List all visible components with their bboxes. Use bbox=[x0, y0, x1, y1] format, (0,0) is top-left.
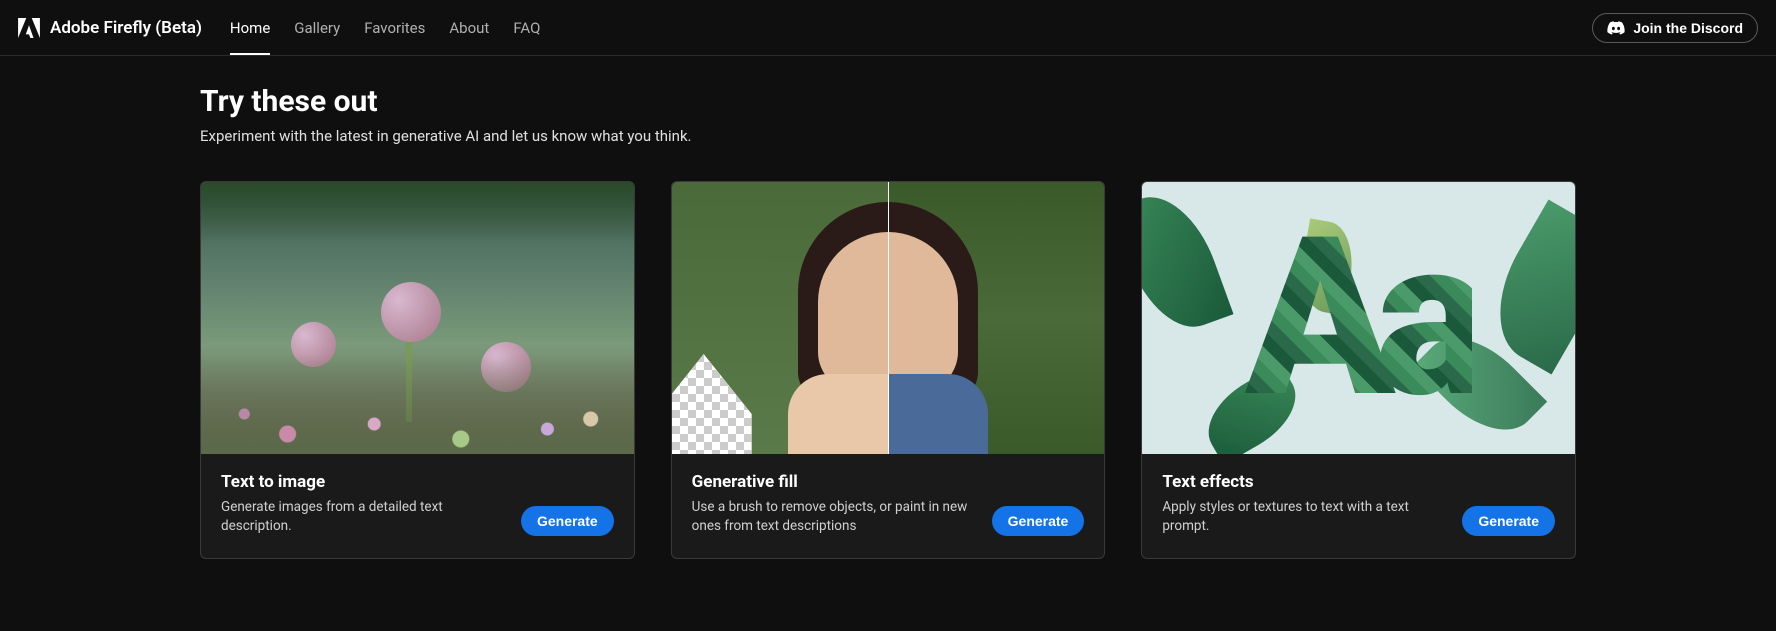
card-title: Text to image bbox=[221, 472, 505, 492]
nav-home[interactable]: Home bbox=[230, 1, 270, 55]
generate-button[interactable]: Generate bbox=[992, 506, 1085, 536]
cards-row: Text to image Generate images from a det… bbox=[200, 181, 1576, 559]
card-image-generative-fill bbox=[672, 182, 1105, 454]
logo[interactable]: Adobe Firefly (Beta) bbox=[18, 18, 202, 38]
card-title: Text effects bbox=[1162, 472, 1446, 492]
card-text: Text to image Generate images from a det… bbox=[221, 472, 505, 536]
card-text: Text effects Apply styles or textures to… bbox=[1162, 472, 1446, 536]
card-description: Apply styles or textures to text with a … bbox=[1162, 498, 1446, 536]
main-content: Try these out Experiment with the latest… bbox=[0, 56, 1776, 587]
header: Adobe Firefly (Beta) Home Gallery Favori… bbox=[0, 0, 1776, 56]
generate-button[interactable]: Generate bbox=[1462, 506, 1555, 536]
join-discord-button[interactable]: Join the Discord bbox=[1592, 13, 1758, 43]
card-body: Text to image Generate images from a det… bbox=[201, 454, 634, 558]
card-body: Text effects Apply styles or textures to… bbox=[1142, 454, 1575, 558]
main-nav: Home Gallery Favorites About FAQ bbox=[230, 1, 540, 55]
section-subtitle: Experiment with the latest in generative… bbox=[200, 127, 1576, 145]
app-name: Adobe Firefly (Beta) bbox=[50, 18, 202, 38]
card-text-effects[interactable]: Aa Text effects Apply styles or textures… bbox=[1141, 181, 1576, 559]
nav-about[interactable]: About bbox=[449, 1, 489, 55]
discord-label: Join the Discord bbox=[1633, 20, 1743, 36]
nav-faq[interactable]: FAQ bbox=[513, 1, 540, 55]
adobe-logo-icon bbox=[18, 18, 40, 38]
card-title: Generative fill bbox=[692, 472, 976, 492]
nav-favorites[interactable]: Favorites bbox=[364, 1, 425, 55]
nav-gallery[interactable]: Gallery bbox=[294, 1, 340, 55]
card-description: Use a brush to remove objects, or paint … bbox=[692, 498, 976, 536]
card-image-text-effects: Aa bbox=[1142, 182, 1575, 454]
generate-button[interactable]: Generate bbox=[521, 506, 614, 536]
card-body: Generative fill Use a brush to remove ob… bbox=[672, 454, 1105, 558]
card-text-to-image[interactable]: Text to image Generate images from a det… bbox=[200, 181, 635, 559]
header-left: Adobe Firefly (Beta) Home Gallery Favori… bbox=[18, 1, 540, 55]
card-text: Generative fill Use a brush to remove ob… bbox=[692, 472, 976, 536]
card-image-text-to-image bbox=[201, 182, 634, 454]
card-generative-fill[interactable]: Generative fill Use a brush to remove ob… bbox=[671, 181, 1106, 559]
section-title: Try these out bbox=[200, 84, 1576, 119]
discord-icon bbox=[1607, 21, 1625, 35]
card-description: Generate images from a detailed text des… bbox=[221, 498, 505, 536]
